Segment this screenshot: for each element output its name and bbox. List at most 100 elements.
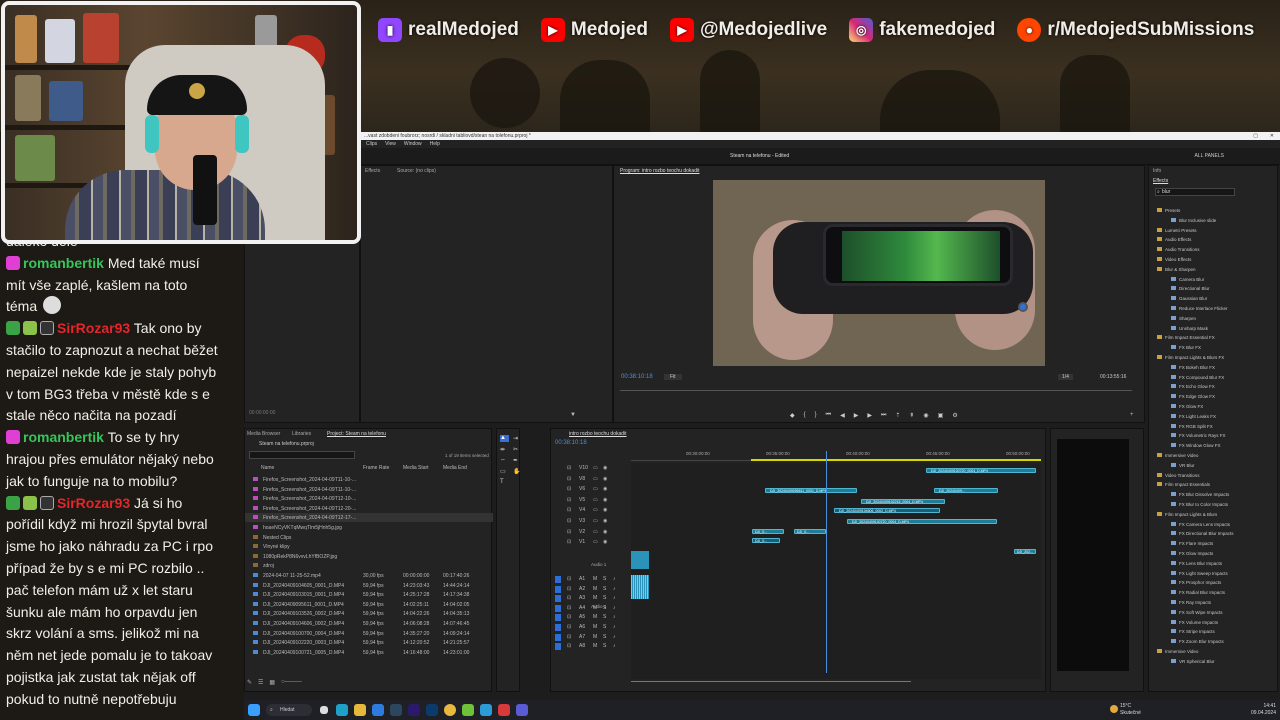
effect-item[interactable]: Unsharp Mask <box>1149 324 1279 334</box>
timeline-clip[interactable]: DJI_20240409100720_0004_D.MP4 <box>926 468 1036 473</box>
eye-icon[interactable]: ◉ <box>603 539 607 545</box>
mute-icon[interactable]: M <box>593 643 597 649</box>
sync-icon[interactable]: ▭ <box>593 465 598 471</box>
effects-folder[interactable]: Film Impact Lights & Blurs <box>1149 510 1279 520</box>
slip-icon[interactable]: ⇔ <box>500 457 509 464</box>
chat-username[interactable]: romanbertik <box>23 429 104 445</box>
project-item[interactable]: DJI_20240409102220_0003_D.MP4 59,94 fps 14… <box>245 638 493 647</box>
chat-username[interactable]: SirRozar93 <box>57 320 130 336</box>
lock-icon[interactable]: ⊡ <box>567 529 571 535</box>
app-icon[interactable] <box>498 704 510 716</box>
project-item[interactable]: DJI_20240409103015_0001_D.MP4 59,94 fps 14… <box>245 590 493 599</box>
selection-tool-icon[interactable]: ▲ <box>500 435 509 442</box>
fit-dropdown[interactable]: Fit <box>664 374 682 380</box>
timeline-clip[interactable]: DJI_0... <box>752 538 780 543</box>
audio-track-header[interactable]: ⊡ A1 M S ♪ <box>555 574 629 583</box>
lock-icon[interactable]: ⊡ <box>567 605 571 611</box>
frame-back-icon[interactable]: ◀ <box>840 412 845 419</box>
effect-item[interactable]: FX Light Sweep Impacts <box>1149 569 1279 579</box>
effect-item[interactable]: FX Volume Impacts <box>1149 618 1279 628</box>
mic-icon[interactable]: ♪ <box>613 595 616 601</box>
tab-effects-controls[interactable]: Effects <box>365 168 380 174</box>
mic-icon[interactable]: ♪ <box>613 634 616 640</box>
solo-icon[interactable]: S <box>603 614 606 620</box>
project-item[interactable]: DJI_20240409103526_0002_D.MP4 59,94 fps 14… <box>245 609 493 618</box>
mic-icon[interactable]: ♪ <box>613 605 616 611</box>
lock-icon[interactable]: ⊡ <box>567 576 571 582</box>
video-track-header[interactable]: ⊡ V1 ▭ ◉ <box>555 537 629 546</box>
project-item[interactable]: DJI_20240409095611_0001_D.MP4 59,94 fps 14… <box>245 600 493 609</box>
frame-forward-icon[interactable]: ▶ <box>867 412 872 419</box>
sync-icon[interactable]: ▭ <box>593 486 598 492</box>
razor-icon[interactable]: ✂ <box>513 446 522 453</box>
audio-track-header[interactable]: ⊡ A8 M S ♪ <box>555 641 629 651</box>
timeline-clip[interactable]: DJI_20240409095611_0001_D.MP4 <box>765 488 857 493</box>
lock-icon[interactable]: ⊡ <box>567 539 571 545</box>
effect-item[interactable]: FX Volumetric Rays FX <box>1149 431 1279 441</box>
effect-item[interactable]: FX Edge Glow FX <box>1149 392 1279 402</box>
timeline-clip[interactable]: DJI_20240409100720_0004_D.MP4 <box>847 519 997 524</box>
close-icon[interactable]: ✕ <box>1270 132 1274 140</box>
effect-item[interactable]: FX Compound Blur FX <box>1149 373 1279 383</box>
sync-icon[interactable]: ▭ <box>593 518 598 524</box>
effect-item[interactable]: FX Camera Lens Impacts <box>1149 520 1279 530</box>
video-track-header[interactable]: ⊡ V4 ▭ ◉ <box>555 505 629 514</box>
lock-icon[interactable]: ⊡ <box>567 465 571 471</box>
sync-icon[interactable]: ▭ <box>593 476 598 482</box>
lock-icon[interactable]: ⊡ <box>567 614 571 620</box>
sync-icon[interactable]: ▭ <box>593 529 598 535</box>
timeline-clip[interactable]: DJI_20240409... <box>934 488 998 493</box>
tab-program[interactable]: Program: intro rozbo teochu dokadit <box>620 168 700 174</box>
menu-view[interactable]: View <box>385 140 396 148</box>
lock-icon[interactable]: ⊡ <box>567 476 571 482</box>
effect-item[interactable]: FX Bokeh Blur FX <box>1149 363 1279 373</box>
effect-item[interactable]: FX Light Leaks FX <box>1149 412 1279 422</box>
mute-icon[interactable]: M <box>593 614 597 620</box>
ripple-edit-icon[interactable]: ⇹ <box>500 446 509 453</box>
solo-icon[interactable]: S <box>603 576 606 582</box>
project-item[interactable]: Firefox_Screenshot_2024-04-09T12-17-... <box>245 513 493 523</box>
effects-folder[interactable]: Film Impact Essential FX <box>1149 333 1279 343</box>
menu-clips[interactable]: Clips <box>366 140 377 148</box>
effect-item[interactable]: FX Glow FX <box>1149 402 1279 412</box>
effect-item[interactable]: FX Flare Impacts <box>1149 539 1279 549</box>
pencil-icon[interactable]: ✎ <box>247 679 252 687</box>
step-forward-icon[interactable]: ⏭ <box>881 412 886 419</box>
program-scrubber[interactable] <box>620 390 1132 396</box>
project-item[interactable]: Firefox_Screenshot_2024-04-09T11-10-... <box>245 475 493 484</box>
tab-timeline[interactable]: intro rozbo teochu dokadit <box>569 431 627 437</box>
audio-track-header[interactable]: ⊡ A7 M S ♪ <box>555 632 629 641</box>
project-item[interactable]: 2024-04-07 11-25-52.mp4 30,00 fps 00:00:00… <box>245 571 493 580</box>
solo-icon[interactable]: S <box>603 624 606 630</box>
effects-folder[interactable]: Film Impact Lights & Blurs FX <box>1149 353 1279 363</box>
project-item[interactable]: 1080pRekP8N6vvvLhYfBOZP.jpg <box>245 552 493 561</box>
tab-project[interactable]: Project: Steam na telefonu <box>327 431 386 437</box>
track-target[interactable] <box>555 614 561 622</box>
effects-folder[interactable]: Film Impact Essentials <box>1149 480 1279 490</box>
timeline-clip[interactable]: DJI_0... <box>752 529 784 534</box>
type-icon[interactable]: T <box>500 479 509 485</box>
eye-icon[interactable]: ◉ <box>603 486 607 492</box>
zoom-slider[interactable]: ○──── <box>281 679 302 687</box>
mail-icon[interactable] <box>372 704 384 716</box>
effect-item[interactable]: FX Blur FX <box>1149 343 1279 353</box>
mute-icon[interactable]: M <box>593 624 597 630</box>
effect-item[interactable]: FX Lens Blur Impacts <box>1149 559 1279 569</box>
effects-folder[interactable]: Presets <box>1149 206 1279 216</box>
project-item[interactable]: hoaeNCyVKTqMwqTlm5jHnh5g.jpg <box>245 523 493 532</box>
lock-icon[interactable]: ⊡ <box>567 507 571 513</box>
video-track-header[interactable]: ⊡ V2 ▭ ◉ <box>555 527 629 536</box>
lock-icon[interactable]: ⊡ <box>567 486 571 492</box>
solo-icon[interactable]: S <box>603 595 606 601</box>
workspace-label[interactable]: ALL PANELS <box>1195 153 1224 159</box>
mute-icon[interactable]: M <box>593 586 597 592</box>
effect-item[interactable]: VR Blur <box>1149 461 1279 471</box>
play-icon[interactable]: ▶ <box>854 412 859 419</box>
effect-item[interactable]: FX Echo Glow FX <box>1149 382 1279 392</box>
chrome-icon[interactable] <box>444 704 456 716</box>
tab-media-browser[interactable]: Media Browser <box>247 431 280 437</box>
list-view-icon[interactable]: ☰ <box>258 679 263 687</box>
steam-icon[interactable] <box>390 704 402 716</box>
track-select-icon[interactable]: ⇥ <box>513 435 522 442</box>
lock-icon[interactable]: ⊡ <box>567 518 571 524</box>
